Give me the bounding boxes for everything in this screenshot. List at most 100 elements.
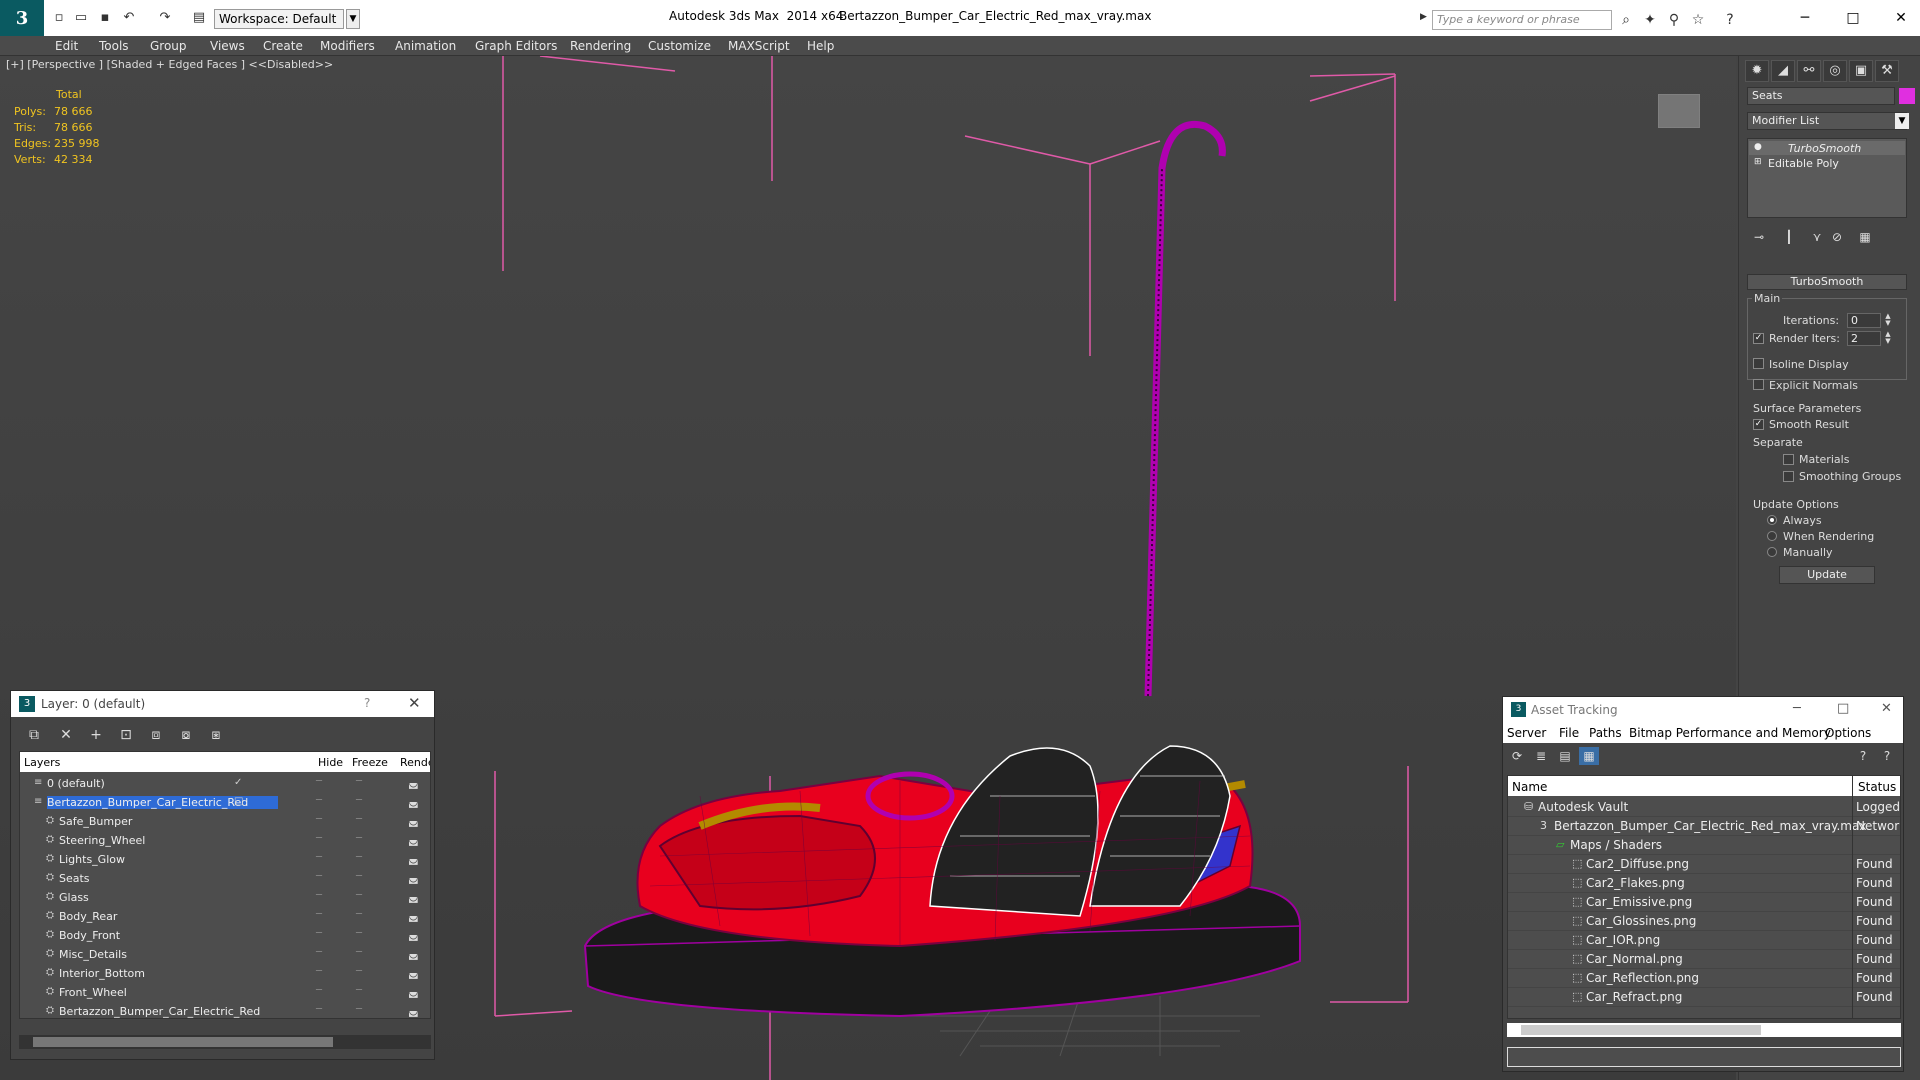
render-toggle-icon[interactable]: ◛	[408, 833, 419, 846]
asset-name[interactable]: Car_Normal.png	[1586, 952, 1683, 966]
render-toggle-icon[interactable]: ◛	[408, 852, 419, 865]
asset-menu-paths[interactable]: Paths	[1589, 726, 1622, 740]
layer-name[interactable]: Misc_Details	[59, 948, 127, 961]
asset-row[interactable]: ⬚ Car_Emissive.png Found	[1508, 893, 1900, 912]
layer-name[interactable]: Interior_Bottom	[59, 967, 145, 980]
horizontal-scrollbar[interactable]	[19, 1035, 431, 1049]
chevron-down-icon[interactable]: ▼	[346, 9, 360, 29]
asset-menu-file[interactable]: File	[1559, 726, 1579, 740]
redo-icon[interactable]: ↷	[156, 9, 174, 27]
project-folder-icon[interactable]: ▤	[190, 9, 208, 27]
explicit-normals-checkbox[interactable]	[1753, 379, 1764, 390]
object-color-swatch[interactable]	[1899, 88, 1915, 104]
close-icon[interactable]: ✕	[1881, 701, 1892, 716]
asset-name[interactable]: Car2_Diffuse.png	[1586, 857, 1689, 871]
configure-modifier-sets-icon[interactable]: ▦	[1855, 230, 1875, 248]
isoline-display-checkbox[interactable]	[1753, 358, 1764, 369]
asset-name[interactable]: Car_IOR.png	[1586, 933, 1660, 947]
hide-toggle-icon[interactable]: ─	[316, 985, 322, 996]
asset-name[interactable]: Car_Reflection.png	[1586, 971, 1699, 985]
asset-menu-server[interactable]: Server	[1507, 726, 1546, 740]
freeze-toggle-icon[interactable]: ─	[356, 966, 362, 977]
save-icon[interactable]: ▪	[96, 9, 114, 27]
update-when-rendering-radio[interactable]	[1767, 531, 1777, 541]
refresh-icon[interactable]: ⟳	[1507, 747, 1527, 765]
layer-name[interactable]: Lights_Glow	[59, 853, 125, 866]
hide-toggle-icon[interactable]: ─	[316, 814, 322, 825]
render-toggle-icon[interactable]: ◛	[408, 947, 419, 960]
minimize-button[interactable]: ─	[1790, 6, 1820, 30]
binoculars-icon[interactable]: ⌕	[1616, 10, 1636, 30]
layer-name[interactable]: Front_Wheel	[59, 986, 127, 999]
layer-name[interactable]: Seats	[59, 872, 90, 885]
delete-layer-icon[interactable]: ✕	[55, 725, 77, 745]
maximize-button[interactable]: □	[1837, 701, 1849, 716]
help-icon[interactable]: ?	[1720, 10, 1740, 30]
layer-row[interactable]: ⛭ Steering_Wheel ─ ─ ◛	[20, 831, 430, 850]
thumbnail-view-icon[interactable]: ▤	[1555, 747, 1575, 765]
hide-toggle-icon[interactable]: ─	[316, 909, 322, 920]
layer-row[interactable]: ⛭ Seats ─ ─ ◛	[20, 869, 430, 888]
render-iters-checkbox[interactable]: ✓	[1753, 333, 1764, 344]
asset-row[interactable]: ⬚ Car_Refract.png Found	[1508, 988, 1900, 1007]
layer-name[interactable]: Body_Front	[59, 929, 120, 942]
smoothing-groups-checkbox[interactable]	[1783, 471, 1794, 482]
col-hide[interactable]: Hide	[318, 756, 343, 769]
hide-toggle-icon[interactable]: ─	[316, 928, 322, 939]
asset-name[interactable]: Car_Emissive.png	[1586, 895, 1692, 909]
layer-name[interactable]: Safe_Bumper	[59, 815, 132, 828]
render-toggle-icon[interactable]: ◛	[408, 1004, 419, 1017]
menu-maxscript[interactable]: MAXScript	[728, 39, 790, 53]
horizontal-scrollbar[interactable]	[1507, 1023, 1901, 1037]
select-layer-icon[interactable]: ⧈	[145, 725, 167, 745]
menu-tools[interactable]: Tools	[99, 39, 129, 53]
freeze-toggle-icon[interactable]: ─	[356, 852, 362, 863]
minimize-button[interactable]: ─	[1793, 701, 1801, 716]
set-current-layer-icon[interactable]: ⧇	[175, 725, 197, 745]
menu-group[interactable]: Group	[150, 39, 187, 53]
col-render[interactable]: Render	[400, 756, 430, 769]
spinner-arrows-icon[interactable]: ▲ ▼	[1883, 331, 1893, 346]
layer-row[interactable]: ⛭ Safe_Bumper ─ ─ ◛	[20, 812, 430, 831]
freeze-toggle-icon[interactable]: ─	[356, 1004, 362, 1015]
render-toggle-icon[interactable]: ◛	[408, 928, 419, 941]
set-current-box-icon[interactable]: □	[234, 796, 243, 807]
update-button[interactable]: Update	[1779, 566, 1875, 584]
layer-name[interactable]: Bertazzon_Bumper_Car_Electric_Red	[47, 796, 279, 809]
layer-name[interactable]: Body_Rear	[59, 910, 117, 923]
app-logo-button[interactable]: 3	[0, 0, 44, 36]
freeze-toggle-icon[interactable]: ─	[356, 890, 362, 901]
render-toggle-icon[interactable]: ◛	[408, 814, 419, 827]
menu-edit[interactable]: Edit	[55, 39, 78, 53]
layer-name[interactable]: Steering_Wheel	[59, 834, 145, 847]
menu-help[interactable]: Help	[807, 39, 834, 53]
iterations-spinner[interactable]: 0	[1847, 313, 1881, 328]
col-status[interactable]: Status	[1858, 780, 1896, 794]
col-layers[interactable]: Layers	[24, 756, 60, 769]
update-always-radio[interactable]	[1767, 515, 1777, 525]
render-iters-spinner[interactable]: 2	[1847, 331, 1881, 346]
scrollbar-thumb[interactable]	[1521, 1025, 1761, 1035]
spinner-arrows-icon[interactable]: ▲ ▼	[1883, 313, 1893, 328]
lightbulb-icon[interactable]: ●	[1754, 142, 1762, 152]
close-button[interactable]: ✕	[1886, 6, 1916, 30]
asset-row[interactable]: ⬚ Car2_Diffuse.png Found	[1508, 855, 1900, 874]
vault-help-icon[interactable]: ?	[1853, 747, 1873, 765]
hide-toggle-icon[interactable]: ─	[316, 1004, 322, 1015]
col-name[interactable]: Name	[1512, 780, 1547, 794]
freeze-toggle-icon[interactable]: ─	[356, 985, 362, 996]
help-icon[interactable]: ?	[1877, 747, 1897, 765]
remove-modifier-icon[interactable]: ⊘	[1827, 230, 1847, 248]
modify-tab-icon[interactable]: ◢	[1771, 60, 1795, 82]
freeze-toggle-icon[interactable]: ─	[356, 928, 362, 939]
render-toggle-icon[interactable]: ◛	[408, 909, 419, 922]
subscription-icon[interactable]: ⚲	[1664, 10, 1684, 30]
layer-row[interactable]: ⛭ Glass ─ ─ ◛	[20, 888, 430, 907]
asset-name[interactable]: Bertazzon_Bumper_Car_Electric_Red_max_vr…	[1554, 819, 1866, 833]
select-in-layer-icon[interactable]: ⊡	[115, 725, 137, 745]
layer-row[interactable]: ⛭ Bertazzon_Bumper_Car_Electric_Red ─ ─ ◛	[20, 1002, 430, 1018]
communication-center-icon[interactable]: ✦	[1640, 10, 1660, 30]
hierarchy-tab-icon[interactable]: ⚯	[1797, 60, 1821, 82]
layer-name[interactable]: Bertazzon_Bumper_Car_Electric_Red	[59, 1005, 260, 1018]
asset-dialog-titlebar[interactable]: 3 Asset Tracking ─ □ ✕	[1503, 697, 1903, 723]
